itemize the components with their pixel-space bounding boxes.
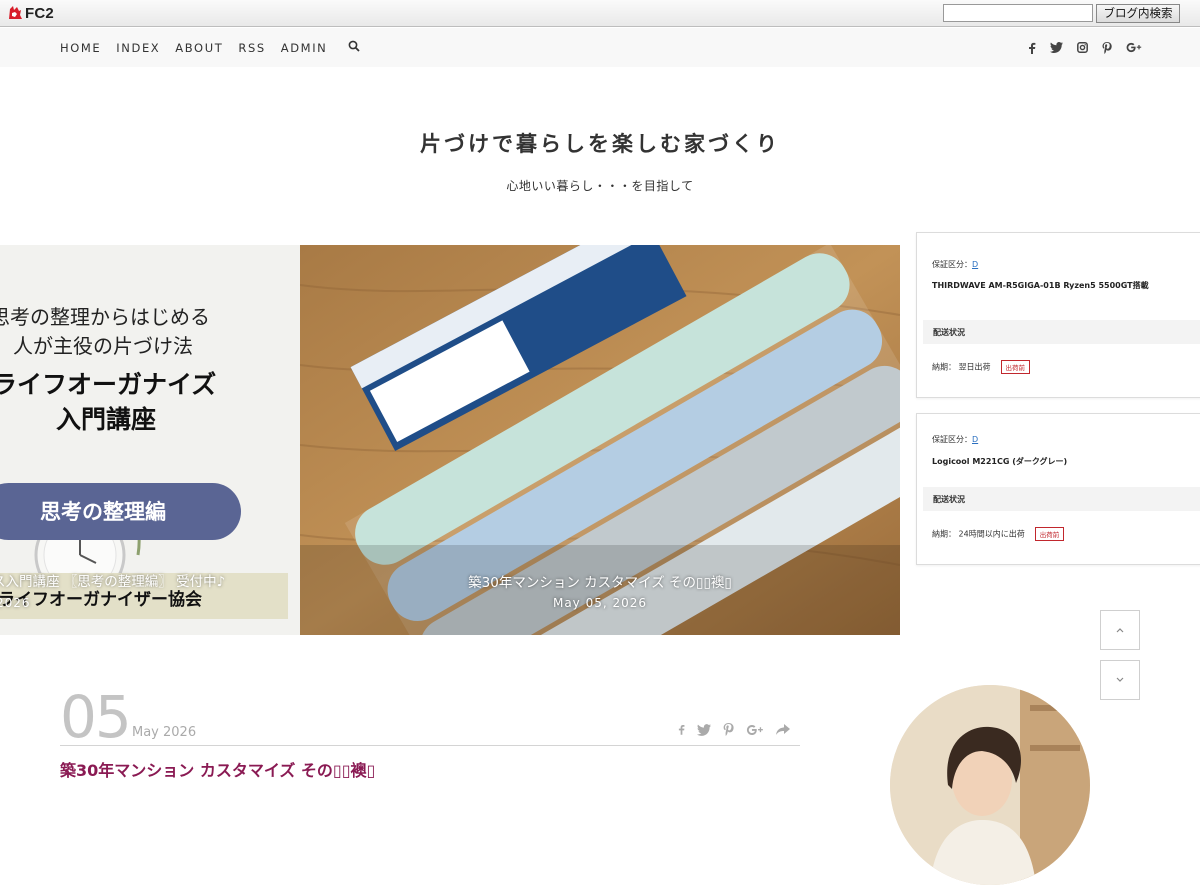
chevron-down-icon (1116, 677, 1124, 682)
nav-home[interactable]: HOME (60, 41, 101, 55)
slide-caption[interactable]: ス入門講座 〖思考の整理編〗 受付中♪ (0, 570, 225, 590)
blog-title[interactable]: 片づけで暮らしを楽しむ家づくり (0, 128, 1200, 158)
status-bar: 配送状況 (923, 487, 1200, 511)
ship-info: 納期： 24時間以内に出荷 出荷前 (932, 527, 1065, 541)
chevron-up-icon (1116, 628, 1124, 633)
fc2-logo-icon (9, 6, 22, 19)
nav-rss[interactable]: RSS (238, 41, 265, 55)
nav-about[interactable]: ABOUT (175, 41, 223, 55)
slide-caption-date: 2026 (0, 596, 31, 610)
status-bar: 配送状況 (923, 320, 1200, 344)
warranty-link[interactable]: D (972, 435, 978, 444)
author-photo (890, 685, 1090, 885)
ship-info: 納期： 翌日出荷 出荷前 (932, 360, 1031, 374)
post-day: 05 (60, 683, 132, 751)
warranty-label: 保証区分： (932, 260, 972, 269)
fc2-logo-text: FC2 (25, 4, 54, 22)
twitter-icon[interactable] (697, 723, 711, 740)
post-share-icons (678, 723, 790, 740)
slide-heading-line4: 入門講座 (56, 405, 157, 434)
slide-heading-line1: 思考の整理からはじめる (0, 305, 210, 329)
nav-admin[interactable]: ADMIN (281, 41, 328, 55)
pinterest-icon[interactable] (723, 723, 734, 740)
blog-description: 心地いい暮らし・・・を目指して (506, 179, 694, 193)
ship-text: 納期： 24時間以内に出荷 (932, 529, 1025, 539)
warranty-link[interactable]: D (972, 260, 978, 269)
status-title: 配送状況 (933, 328, 965, 337)
share-icon[interactable] (776, 723, 790, 740)
fc2-toolbar: FC2 ブログ内検索 (0, 0, 1200, 27)
product-name: Logicool M221CG (ダークグレー) (932, 457, 1068, 466)
pinterest-icon[interactable] (1102, 41, 1112, 54)
status-stamp: 出荷前 (1034, 527, 1065, 541)
slide-current[interactable]: 築30年マンション カスタマイズ その▯▯襖▯ May 05, 2026 (300, 245, 900, 635)
facebook-icon[interactable] (1028, 42, 1036, 54)
nav-index[interactable]: INDEX (116, 41, 160, 55)
facebook-icon[interactable] (678, 723, 685, 740)
status-stamp: 出荷前 (1000, 360, 1031, 374)
main-nav: HOME INDEX ABOUT RSS ADMIN (0, 28, 1200, 67)
twitter-icon[interactable] (1050, 42, 1063, 53)
search-icon (348, 40, 361, 52)
slide-main-caption[interactable]: 築30年マンション カスタマイズ その▯▯襖▯ (300, 571, 900, 591)
google-plus-icon[interactable] (746, 724, 764, 740)
slide-heading-line3: ライフオーガナイズ (0, 370, 217, 399)
social-links (1028, 28, 1142, 67)
blog-search-button[interactable]: ブログ内検索 (1096, 4, 1180, 23)
slide-previous[interactable]: 思考の整理からはじめる 人が主役の片づけ法 ライフオーガナイズ 入門講座 思考の… (0, 245, 300, 635)
product-name: THIRDWAVE AM-R5GIGA-01B Ryzen5 5500GT搭載 (932, 281, 1149, 290)
google-plus-icon[interactable] (1126, 42, 1142, 53)
scroll-up-button[interactable] (1100, 610, 1140, 650)
post-title[interactable]: 築30年マンション カスタマイズ その▯▯襖▯ (60, 757, 375, 781)
slide-pill-text: 思考の整理編 (40, 500, 166, 524)
post-month-year: May 2026 (132, 725, 197, 740)
warranty-row: 保証区分：D (932, 259, 978, 270)
nav-search[interactable] (342, 40, 361, 55)
author-avatar[interactable] (890, 685, 1090, 885)
ship-text: 納期： 翌日出荷 (932, 362, 991, 372)
order-widget-2: 保証区分：D Logicool M221CG (ダークグレー) 配送状況 納期：… (916, 413, 1200, 565)
warranty-label: 保証区分： (932, 435, 972, 444)
post-divider (60, 745, 800, 746)
status-title: 配送状況 (933, 495, 965, 504)
scroll-down-button[interactable] (1100, 660, 1140, 700)
slide-main-date: May 05, 2026 (552, 596, 648, 610)
slide-pill-badge: 思考の整理編 (0, 483, 241, 540)
order-widget-1: 保証区分：D THIRDWAVE AM-R5GIGA-01B Ryzen5 55… (916, 232, 1200, 398)
instagram-icon[interactable] (1077, 42, 1088, 53)
slide-heading-line2: 人が主役の片づけ法 (13, 334, 193, 358)
fc2-logo[interactable]: FC2 (7, 4, 54, 22)
warranty-row: 保証区分：D (932, 434, 978, 445)
blog-search-input[interactable] (943, 4, 1093, 22)
